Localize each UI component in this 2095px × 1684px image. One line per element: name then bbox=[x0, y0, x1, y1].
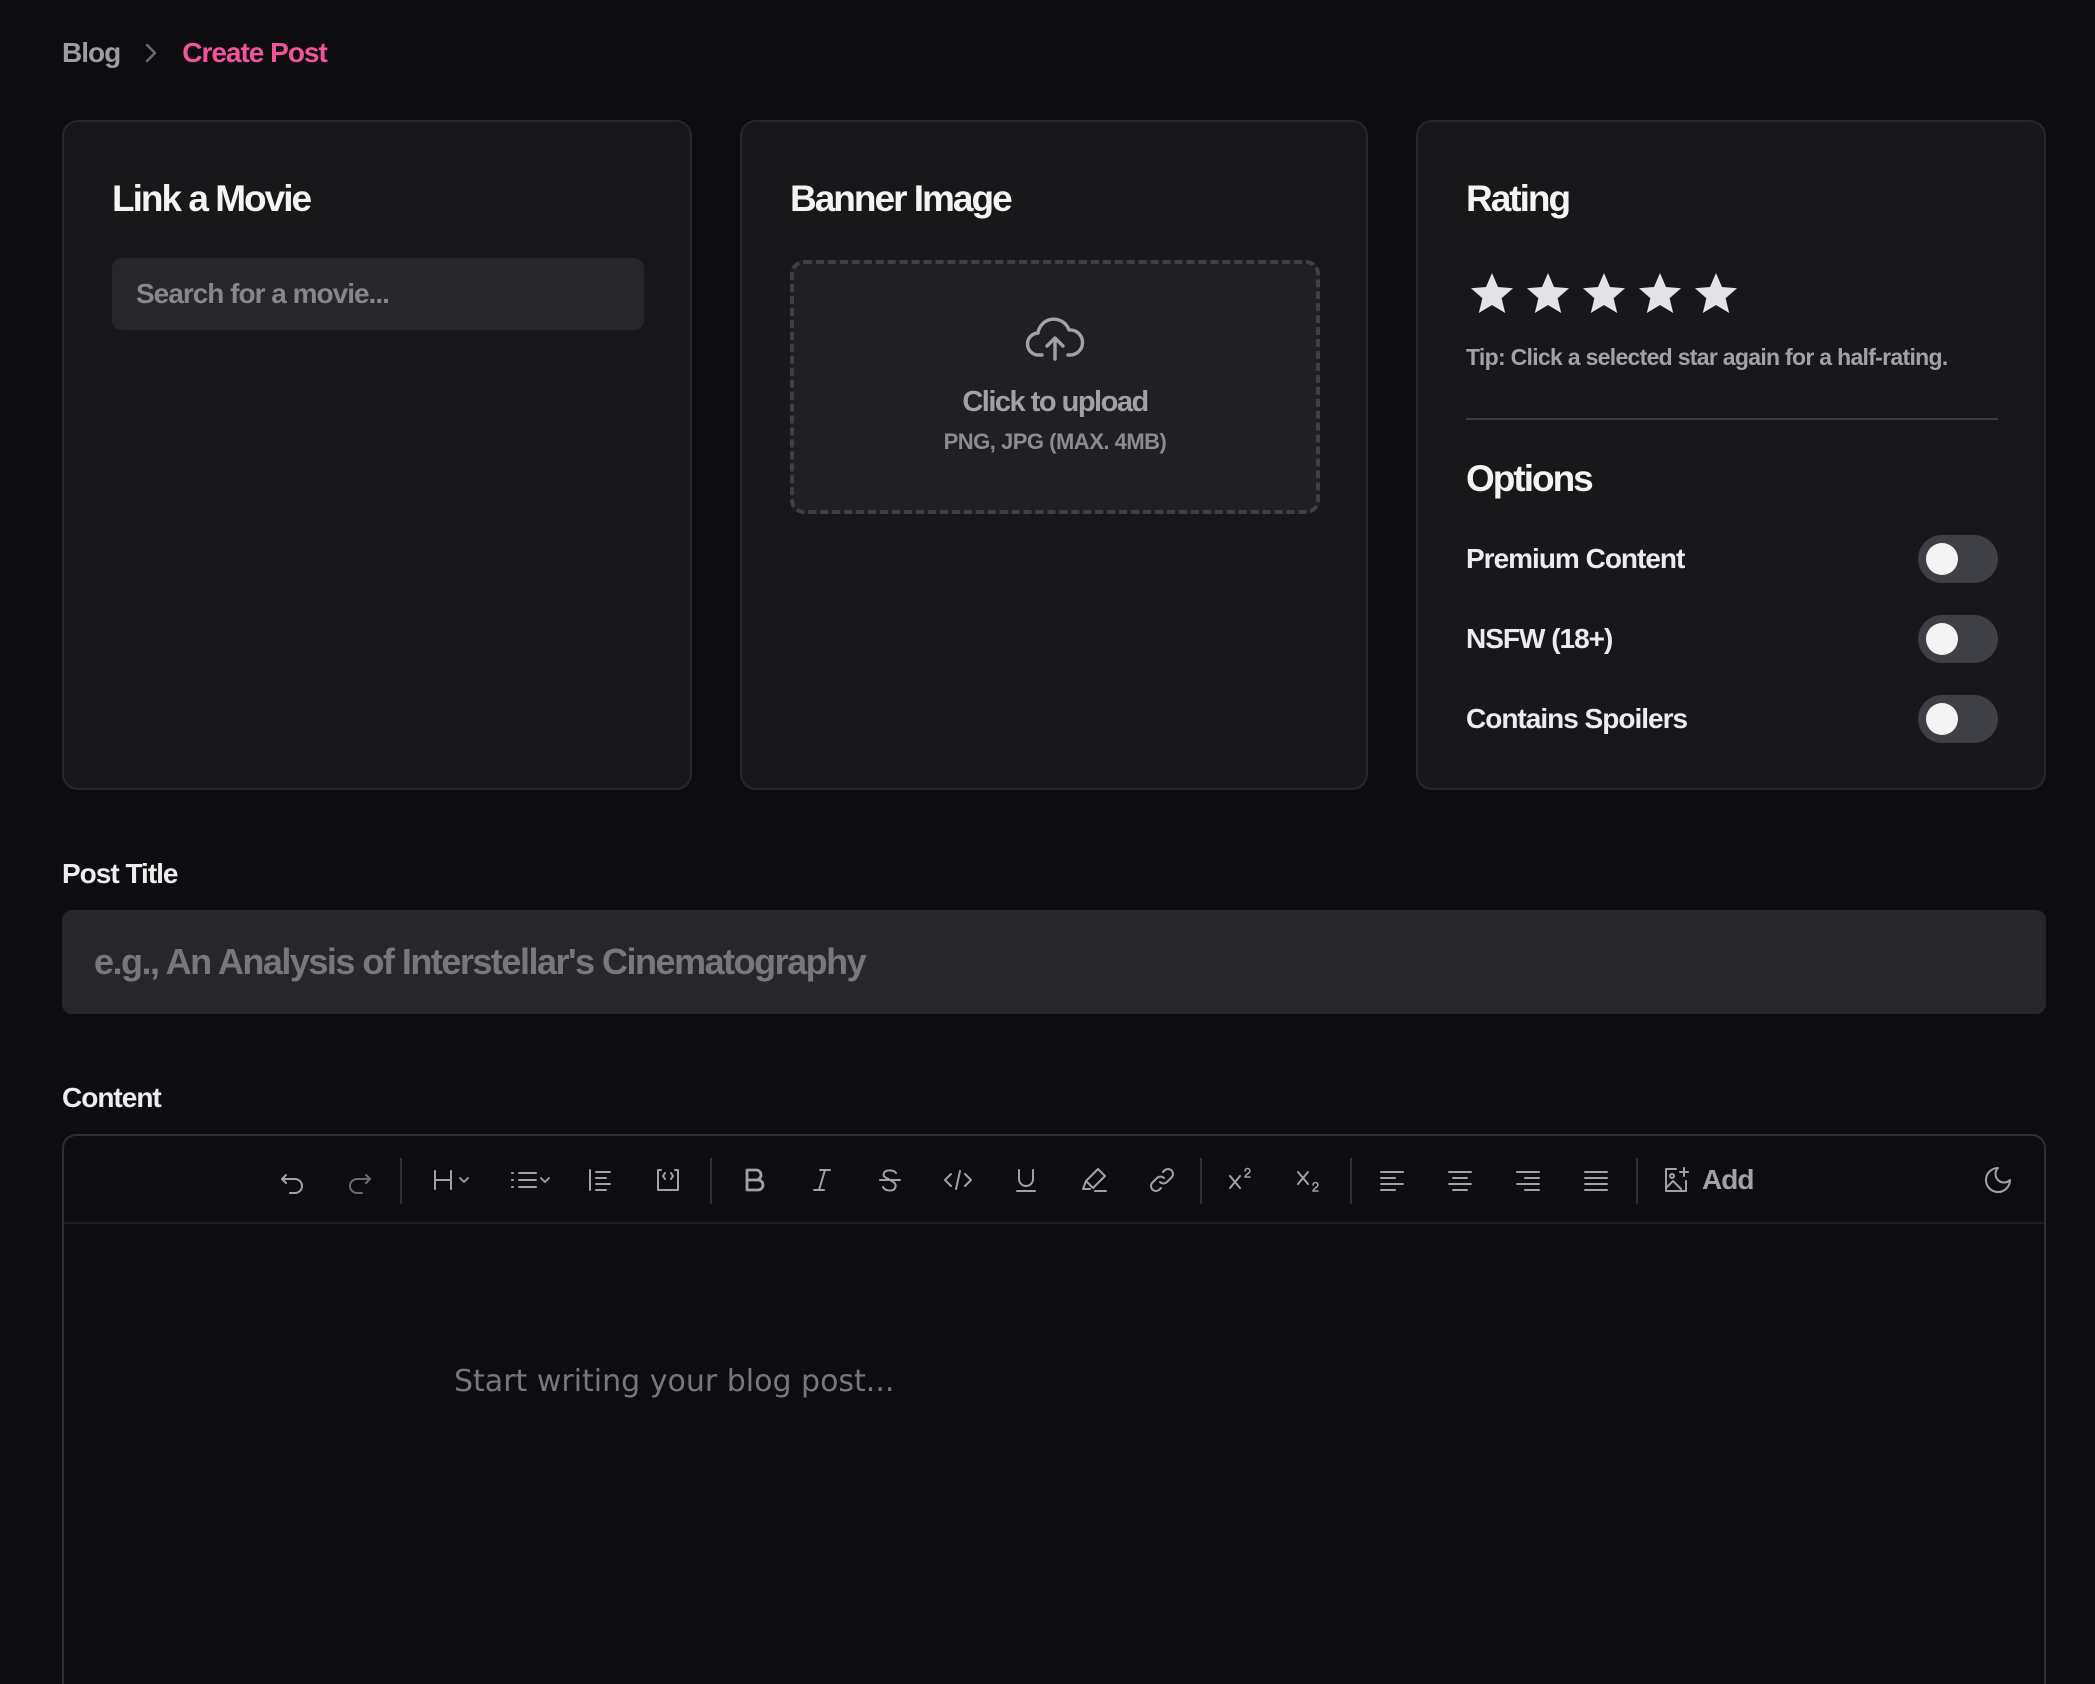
subscript-icon[interactable] bbox=[1290, 1160, 1330, 1200]
banner-upload-dropzone[interactable]: Click to upload PNG, JPG (MAX. 4MB) bbox=[790, 260, 1320, 514]
rating-tip: Tip: Click a selected star again for a h… bbox=[1466, 344, 1948, 370]
highlight-icon[interactable] bbox=[1074, 1160, 1114, 1200]
post-title-input[interactable] bbox=[62, 910, 2046, 1014]
strikethrough-icon[interactable] bbox=[870, 1160, 910, 1200]
toolbar-separator bbox=[710, 1158, 712, 1204]
heading-icon[interactable] bbox=[426, 1160, 478, 1200]
breadcrumb-current: Create Post bbox=[182, 37, 328, 68]
divider bbox=[1466, 418, 1998, 420]
link-movie-title: Link a Movie bbox=[112, 178, 312, 219]
toolbar-separator bbox=[1200, 1158, 1202, 1204]
toggle-knob bbox=[1926, 623, 1958, 655]
star-rating bbox=[1468, 270, 1740, 318]
rating-options-card: Rating Tip: Click a selected star again … bbox=[1416, 120, 2046, 790]
align-left-icon[interactable] bbox=[1372, 1160, 1412, 1200]
post-title-label: Post Title bbox=[62, 858, 179, 889]
toolbar-separator bbox=[1636, 1158, 1638, 1204]
superscript-icon[interactable] bbox=[1222, 1160, 1262, 1200]
option-label: Premium Content bbox=[1466, 543, 1685, 574]
add-image-button[interactable]: Add bbox=[1660, 1160, 1780, 1200]
link-icon[interactable] bbox=[1142, 1160, 1182, 1200]
breadcrumb-blog-link[interactable]: Blog bbox=[62, 37, 121, 69]
content-label: Content bbox=[62, 1082, 162, 1113]
chevron-right-icon bbox=[142, 42, 160, 64]
undo-icon[interactable] bbox=[272, 1160, 312, 1200]
theme-toggle-icon[interactable] bbox=[1978, 1160, 2018, 1200]
option-nsfw: NSFW (18+) bbox=[1466, 614, 1998, 664]
editor-placeholder[interactable]: Start writing your blog post... bbox=[454, 1364, 894, 1399]
spoilers-toggle[interactable] bbox=[1918, 695, 1998, 743]
breadcrumb: Blog Create Post bbox=[62, 34, 328, 72]
blockquote-icon[interactable] bbox=[580, 1160, 620, 1200]
list-icon[interactable] bbox=[504, 1160, 556, 1200]
toggle-knob bbox=[1926, 543, 1958, 575]
movie-search-input[interactable] bbox=[112, 258, 644, 330]
option-label: NSFW (18+) bbox=[1466, 623, 1613, 654]
redo-icon[interactable] bbox=[340, 1160, 380, 1200]
star-icon[interactable] bbox=[1524, 270, 1572, 318]
code-block-icon[interactable] bbox=[648, 1160, 688, 1200]
image-add-icon bbox=[1665, 1167, 1689, 1192]
option-label: Contains Spoilers bbox=[1466, 703, 1688, 734]
upload-hint: PNG, JPG (MAX. 4MB) bbox=[943, 429, 1167, 454]
star-icon[interactable] bbox=[1468, 270, 1516, 318]
banner-image-card: Banner Image Click to upload PNG, JPG (M… bbox=[740, 120, 1368, 790]
align-right-icon[interactable] bbox=[1508, 1160, 1548, 1200]
editor-toolbar: Add bbox=[64, 1136, 2044, 1224]
option-contains-spoilers: Contains Spoilers bbox=[1466, 694, 1998, 744]
star-icon[interactable] bbox=[1692, 270, 1740, 318]
star-icon[interactable] bbox=[1580, 270, 1628, 318]
option-premium-content: Premium Content bbox=[1466, 534, 1998, 584]
italic-icon[interactable] bbox=[802, 1160, 842, 1200]
content-editor: Add Start writing your blog post... bbox=[62, 1134, 2046, 1684]
link-movie-card: Link a Movie bbox=[62, 120, 692, 790]
nsfw-toggle[interactable] bbox=[1918, 615, 1998, 663]
align-justify-icon[interactable] bbox=[1576, 1160, 1616, 1200]
create-post-page: Blog Create Post Link a Movie Banner Ima… bbox=[0, 0, 2095, 1684]
code-icon[interactable] bbox=[938, 1160, 978, 1200]
toggle-knob bbox=[1926, 703, 1958, 735]
premium-content-toggle[interactable] bbox=[1918, 535, 1998, 583]
options-title: Options bbox=[1466, 458, 1594, 499]
bold-icon[interactable] bbox=[734, 1160, 774, 1200]
star-icon[interactable] bbox=[1636, 270, 1684, 318]
upload-label: Click to upload bbox=[962, 386, 1149, 418]
cloud-upload-icon bbox=[1025, 317, 1085, 361]
align-center-icon[interactable] bbox=[1440, 1160, 1480, 1200]
rating-title: Rating bbox=[1466, 178, 1571, 219]
toolbar-separator bbox=[400, 1158, 402, 1204]
underline-icon[interactable] bbox=[1006, 1160, 1046, 1200]
add-image-label: Add bbox=[1702, 1164, 1754, 1195]
toolbar-separator bbox=[1350, 1158, 1352, 1204]
banner-image-title: Banner Image bbox=[790, 178, 1013, 219]
